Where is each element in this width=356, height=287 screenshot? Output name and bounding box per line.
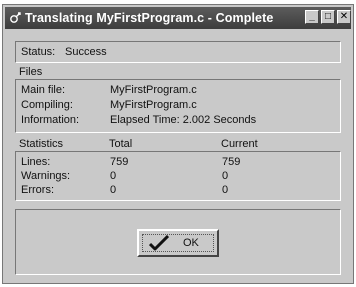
errors-current: 0 xyxy=(222,184,229,196)
maximize-button[interactable]: □ xyxy=(321,10,335,24)
title-bar[interactable]: Translating MyFirstProgram.c - Complete … xyxy=(5,7,351,29)
status-panel: Status: Success xyxy=(15,41,341,63)
app-icon xyxy=(9,12,21,24)
main-file-value: MyFirstProgram.c xyxy=(110,84,197,96)
focus-rectangle xyxy=(142,234,214,252)
window-controls: _ □ ✕ xyxy=(305,10,351,24)
files-panel: Main file: MyFirstProgram.c Compiling: M… xyxy=(15,79,341,133)
ok-button[interactable]: OK xyxy=(137,229,219,257)
lines-label: Lines: xyxy=(21,156,51,168)
minimize-button[interactable]: _ xyxy=(305,10,319,24)
close-button[interactable]: ✕ xyxy=(337,10,351,24)
translation-dialog: Translating MyFirstProgram.c - Complete … xyxy=(2,4,354,284)
status-label: Status: xyxy=(21,46,56,58)
compiling-value: MyFirstProgram.c xyxy=(110,99,197,111)
lines-current: 759 xyxy=(222,156,241,168)
statistics-current-header: Current xyxy=(221,138,258,150)
errors-label: Errors: xyxy=(21,184,54,196)
warnings-current: 0 xyxy=(222,170,229,182)
statistics-header: Statistics xyxy=(19,138,64,150)
statistics-panel: Lines: 759 759 Warnings: 0 0 Errors: 0 0 xyxy=(15,151,341,201)
statistics-total-header: Total xyxy=(109,138,133,150)
information-label: Information: xyxy=(21,114,80,126)
status-value: Success xyxy=(65,46,107,58)
information-value: Elapsed Time: 2.002 Seconds xyxy=(110,114,257,126)
lines-total: 759 xyxy=(110,156,129,168)
warnings-label: Warnings: xyxy=(21,170,71,182)
warnings-total: 0 xyxy=(110,170,117,182)
files-header: Files xyxy=(19,66,43,78)
main-file-label: Main file: xyxy=(21,84,66,96)
compiling-label: Compiling: xyxy=(21,99,73,111)
errors-total: 0 xyxy=(110,184,117,196)
window-title: Translating MyFirstProgram.c - Complete xyxy=(25,11,274,25)
